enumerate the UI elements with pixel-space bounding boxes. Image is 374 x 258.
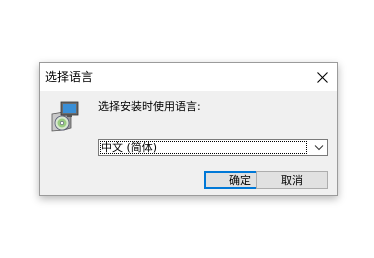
close-button[interactable] xyxy=(307,63,337,91)
cancel-button[interactable]: 取消 xyxy=(256,171,328,189)
language-dialog: 选择语言 选择安装时使用语言: 中文 (简体) 确定 取消 xyxy=(39,62,338,196)
title-bar: 选择语言 xyxy=(40,63,337,91)
language-select-value: 中文 (简体) xyxy=(100,141,307,154)
prompt-label: 选择安装时使用语言: xyxy=(98,100,201,113)
window-title: 选择语言 xyxy=(45,70,94,84)
chevron-down-icon xyxy=(314,145,324,151)
close-icon xyxy=(317,72,328,83)
installer-setup-icon xyxy=(51,101,79,132)
language-select[interactable]: 中文 (简体) xyxy=(98,139,328,156)
